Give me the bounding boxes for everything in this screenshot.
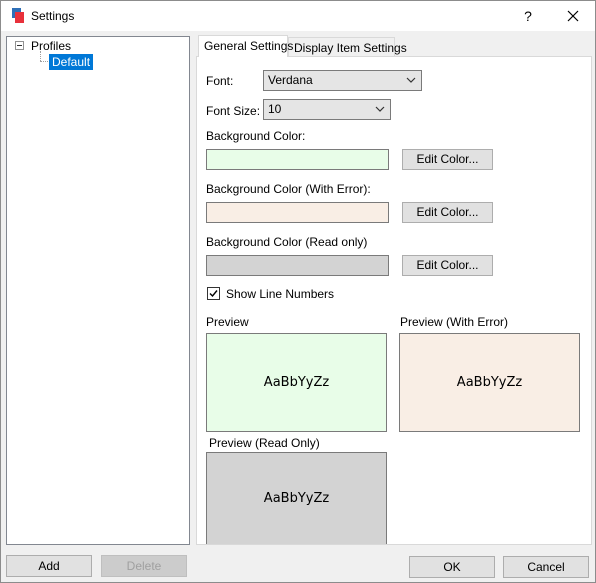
close-icon <box>567 10 579 22</box>
preview-readonly-box: AaBbYyZz <box>206 452 387 544</box>
bg-color-swatch <box>206 149 389 170</box>
show-line-numbers-checkbox[interactable] <box>207 287 220 300</box>
add-button[interactable]: Add <box>6 555 92 577</box>
title-bar: Settings ? <box>1 1 595 31</box>
bg-error-color-swatch <box>206 202 389 223</box>
ok-button[interactable]: OK <box>409 556 495 578</box>
tree-connector <box>40 51 41 61</box>
tab-label: Display Item Settings <box>294 41 407 55</box>
tree-item-profiles[interactable]: Profiles <box>31 39 71 53</box>
cancel-button[interactable]: Cancel <box>503 556 589 578</box>
edit-bg-readonly-color-button[interactable]: Edit Color... <box>402 255 493 276</box>
bg-readonly-color-swatch <box>206 255 389 276</box>
preview-label: Preview <box>206 315 249 329</box>
help-icon: ? <box>524 8 532 24</box>
general-settings-page: Font: Verdana Font Size: 10 Background C… <box>196 56 592 545</box>
font-size-value: 10 <box>268 102 282 116</box>
window-title: Settings <box>31 9 75 23</box>
preview-text: AaBbYyZz <box>456 375 523 390</box>
delete-button[interactable]: Delete <box>101 555 187 577</box>
help-button[interactable]: ? <box>517 6 539 26</box>
chevron-down-icon <box>406 77 416 83</box>
collapse-icon[interactable] <box>15 41 24 50</box>
bg-error-color-label: Background Color (With Error): <box>206 182 371 196</box>
settings-app-icon <box>12 8 24 23</box>
font-size-label: Font Size: <box>206 104 261 118</box>
preview-readonly-label: Preview (Read Only) <box>209 436 320 450</box>
tree-item-default[interactable]: Default <box>49 54 94 70</box>
profiles-tree[interactable]: Profiles Default <box>6 36 190 545</box>
close-button[interactable] <box>561 6 585 26</box>
chevron-down-icon <box>375 106 385 112</box>
checkmark-icon <box>209 290 218 298</box>
edit-bg-color-button[interactable]: Edit Color... <box>402 149 493 170</box>
edit-bg-error-color-button[interactable]: Edit Color... <box>402 202 493 223</box>
tab-label: General Settings <box>204 39 294 53</box>
font-value: Verdana <box>268 73 313 87</box>
preview-error-box: AaBbYyZz <box>399 333 580 432</box>
font-label: Font: <box>206 74 234 88</box>
font-select[interactable]: Verdana <box>263 70 422 91</box>
show-line-numbers-label[interactable]: Show Line Numbers <box>226 287 334 301</box>
bg-readonly-color-label: Background Color (Read only) <box>206 235 368 249</box>
preview-error-label: Preview (With Error) <box>400 315 509 329</box>
tab-general-settings[interactable]: General Settings <box>198 35 293 57</box>
settings-window: Settings ? Profiles Default General Sett… <box>0 0 596 583</box>
preview-text: AaBbYyZz <box>263 375 330 390</box>
tree-connector <box>40 61 48 62</box>
settings-tabs: General Settings Display Item Settings F… <box>196 35 592 545</box>
preview-text: AaBbYyZz <box>263 491 330 506</box>
tab-display-item-settings[interactable]: Display Item Settings <box>288 37 407 58</box>
font-size-select[interactable]: 10 <box>263 99 391 120</box>
bg-color-label: Background Color: <box>206 129 306 143</box>
preview-box: AaBbYyZz <box>206 333 387 432</box>
